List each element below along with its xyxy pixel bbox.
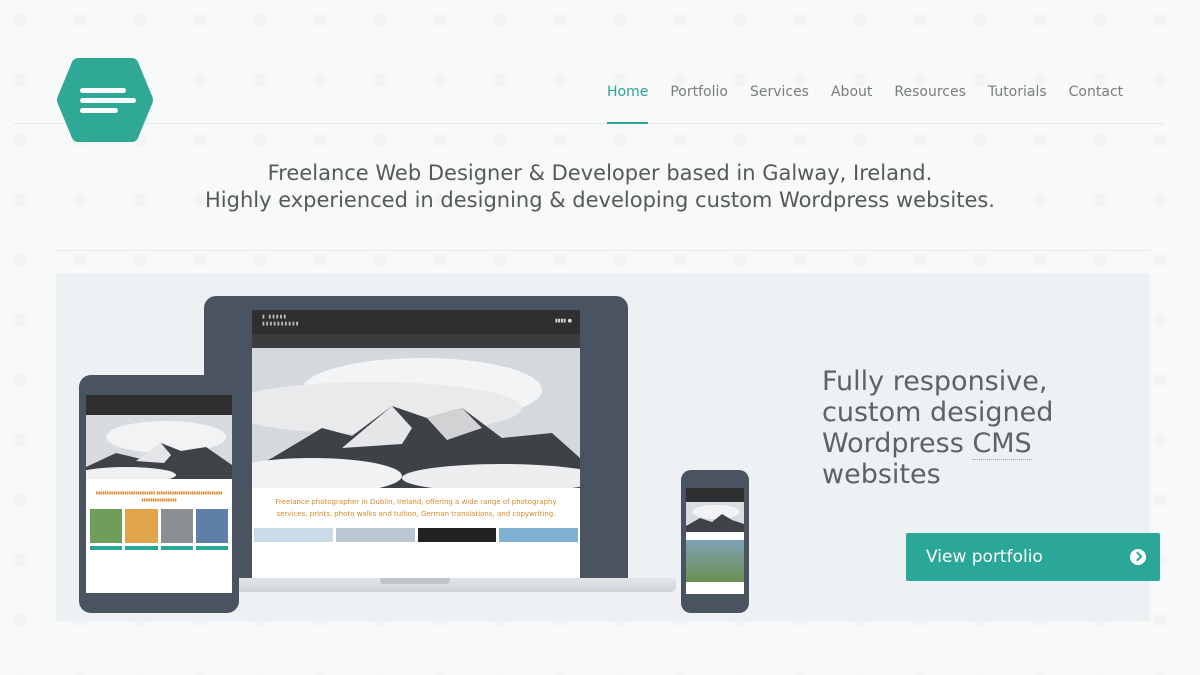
- tablet-intro-text: ▮▮▮▮▮▮▮▮▮▮▮▮▮▮▮▮▮▮▮▮▮▮▮▮▮▮▮ ▮▮▮▮▮▮▮▮▮▮▮▮…: [95, 490, 223, 502]
- view-portfolio-label: View portfolio: [926, 547, 1043, 567]
- phone-mockup: [681, 470, 749, 613]
- main-nav: Home Portfolio Services About Resources …: [596, 82, 1134, 126]
- tagline: Freelance Web Designer & Developer based…: [0, 160, 1200, 214]
- tablet-thumb: [160, 509, 193, 543]
- nav-item-resources[interactable]: Resources: [883, 82, 977, 124]
- laptop-screen: ▮ ▮▮▮▮▮ ▮▮▮▮▮▮▮▮▮▮ ▮▮▮▮ ● Freelance photo…: [252, 310, 580, 578]
- tagline-line-1: Freelance Web Designer & Developer based…: [267, 161, 933, 185]
- mockup-thumb: [499, 528, 578, 542]
- nav-item-contact[interactable]: Contact: [1058, 82, 1134, 124]
- mountain-image-icon: [686, 502, 744, 532]
- nav-item-about[interactable]: About: [820, 82, 883, 124]
- mockup-thumb: [335, 528, 415, 542]
- mountain-photo: [252, 348, 580, 488]
- nav-item-services[interactable]: Services: [739, 82, 820, 124]
- cms-abbreviation: CMS: [972, 428, 1032, 460]
- mockup-thumbnails: [252, 528, 580, 542]
- menu-lines-icon: [57, 58, 153, 142]
- hero-heading-wordpress: Wordpress: [822, 428, 973, 459]
- hero-heading-line-4: websites: [822, 459, 941, 490]
- tablet-screen: ▮▮▮▮▮▮▮▮▮▮▮▮▮▮▮▮▮▮▮▮▮▮▮▮▮▮▮ ▮▮▮▮▮▮▮▮▮▮▮▮…: [86, 395, 232, 593]
- tablet-captions: [86, 543, 232, 553]
- mockup-thumb: [417, 528, 497, 542]
- mountain-image-icon: [86, 415, 232, 483]
- site-logo[interactable]: [56, 56, 154, 144]
- section-divider: [56, 250, 1150, 251]
- tablet-thumb: [125, 509, 158, 543]
- mockup-site-logo: ▮ ▮▮▮▮▮ ▮▮▮▮▮▮▮▮▮▮: [262, 314, 300, 327]
- phone-photo: [686, 540, 744, 582]
- phone-screen: [686, 488, 744, 594]
- tagline-line-2: Highly experienced in designing & develo…: [205, 188, 995, 212]
- laptop-base: [236, 578, 676, 592]
- hero-heading: Fully responsive, custom designed Wordpr…: [822, 366, 1122, 490]
- nav-item-portfolio[interactable]: Portfolio: [659, 82, 739, 124]
- tablet-thumbnails: [86, 509, 232, 543]
- nav-item-tutorials[interactable]: Tutorials: [977, 82, 1058, 124]
- mockup-site-header: ▮ ▮▮▮▮▮ ▮▮▮▮▮▮▮▮▮▮ ▮▮▮▮ ●: [252, 310, 580, 334]
- tablet-thumb: [195, 509, 228, 543]
- tablet-site-header: [86, 395, 232, 415]
- laptop-mockup: ▮ ▮▮▮▮▮ ▮▮▮▮▮▮▮▮▮▮ ▮▮▮▮ ● Freelance photo…: [204, 296, 628, 578]
- hero-heading-line-1: Fully responsive,: [822, 366, 1048, 397]
- phone-site-header: [686, 488, 744, 502]
- mockup-thumb: [254, 528, 333, 542]
- hero-heading-line-3: Wordpress CMS: [822, 428, 1122, 460]
- tablet-thumb: [90, 509, 123, 543]
- mockup-intro-text: Freelance photographer in Dublin, Irelan…: [275, 498, 557, 518]
- nav-item-home[interactable]: Home: [596, 82, 659, 124]
- tablet-mockup: ▮▮▮▮▮▮▮▮▮▮▮▮▮▮▮▮▮▮▮▮▮▮▮▮▮▮▮ ▮▮▮▮▮▮▮▮▮▮▮▮…: [79, 375, 239, 613]
- mockup-site-nav: [252, 334, 580, 348]
- chevron-right-circle-icon: [1130, 549, 1146, 565]
- hero-heading-line-2: custom designed: [822, 397, 1054, 428]
- view-portfolio-button[interactable]: View portfolio: [906, 533, 1160, 581]
- laptop-notch: [380, 578, 450, 584]
- mountain-image-icon: [252, 348, 580, 488]
- mockup-cart-icon: ▮▮▮▮ ●: [555, 318, 572, 324]
